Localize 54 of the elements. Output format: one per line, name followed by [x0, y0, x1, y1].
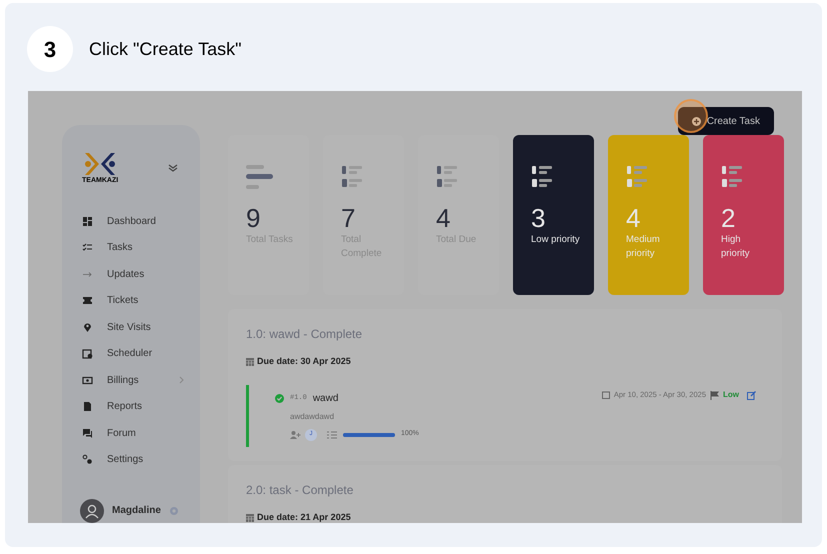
- numbered-list-icon: [626, 165, 648, 189]
- menu-icon: [82, 428, 93, 438]
- create-task-button[interactable]: Create Task: [678, 107, 774, 135]
- sidebar-item[interactable]: Forum: [82, 424, 184, 442]
- task-description: awdawdawd: [290, 410, 336, 422]
- sidebar-item[interactable]: Site Visits: [82, 318, 184, 336]
- menu-icon: [82, 454, 93, 465]
- step-number: 3: [27, 26, 73, 72]
- due-date: Due date: 21 Apr 2025: [257, 510, 351, 523]
- flag-icon: [710, 390, 719, 400]
- logo-icon: [83, 151, 118, 177]
- sidebar-item[interactable]: Tasks: [82, 238, 184, 256]
- stat-value: 9: [246, 205, 262, 231]
- step-instruction: Click "Create Task": [89, 38, 242, 60]
- plus-circle-icon: [692, 116, 701, 126]
- priority-label: Low: [723, 390, 739, 398]
- bars-icon: [246, 165, 273, 190]
- numbered-list-icon: [531, 165, 553, 189]
- menu-icon: [82, 242, 93, 253]
- stat-value: 4: [436, 205, 452, 231]
- user-name: Magdaline: [112, 504, 161, 518]
- stat-label: Low priority: [531, 233, 581, 247]
- checklist-icon: [327, 430, 337, 438]
- avatar-icon[interactable]: [80, 498, 104, 522]
- stat-value: 3: [531, 205, 546, 231]
- menu-icon: [82, 322, 93, 332]
- due-date: Due date: 30 Apr 2025: [257, 355, 351, 368]
- task-name: wawd: [312, 392, 338, 406]
- stat-label: High priority: [721, 233, 751, 261]
- numbered-list-icon: [436, 165, 458, 189]
- sidebar-item[interactable]: Tickets: [82, 292, 184, 310]
- sidebar-item[interactable]: Updates: [82, 265, 184, 283]
- sidebar-item[interactable]: Billings: [82, 371, 184, 389]
- numbered-list-icon: [341, 165, 363, 189]
- group-title: 1.0: wawd - Complete: [246, 326, 364, 343]
- chevron-down-icon[interactable]: [168, 164, 178, 172]
- menu-icon: [82, 295, 93, 306]
- stat-value: 4: [626, 205, 642, 231]
- stat-label: Medium priority: [626, 233, 661, 261]
- stat-value: 2: [721, 205, 736, 231]
- menu-icon: [82, 348, 93, 359]
- menu-icon: [82, 374, 93, 386]
- sidebar-item[interactable]: Dashboard: [82, 212, 184, 230]
- menu-icon: [82, 216, 93, 226]
- edit-icon[interactable]: [747, 390, 756, 400]
- sidebar-item[interactable]: Settings: [82, 450, 184, 468]
- menu-icon: [82, 401, 93, 412]
- sidebar-item[interactable]: Reports: [82, 398, 184, 416]
- stat-value: 7: [341, 205, 356, 231]
- numbered-list-icon: [721, 165, 743, 189]
- check-circle-icon: [275, 394, 284, 402]
- add-user-icon[interactable]: [290, 430, 301, 438]
- sidebar-item[interactable]: Scheduler: [82, 344, 184, 362]
- group-title: 2.0: task - Complete: [246, 482, 354, 498]
